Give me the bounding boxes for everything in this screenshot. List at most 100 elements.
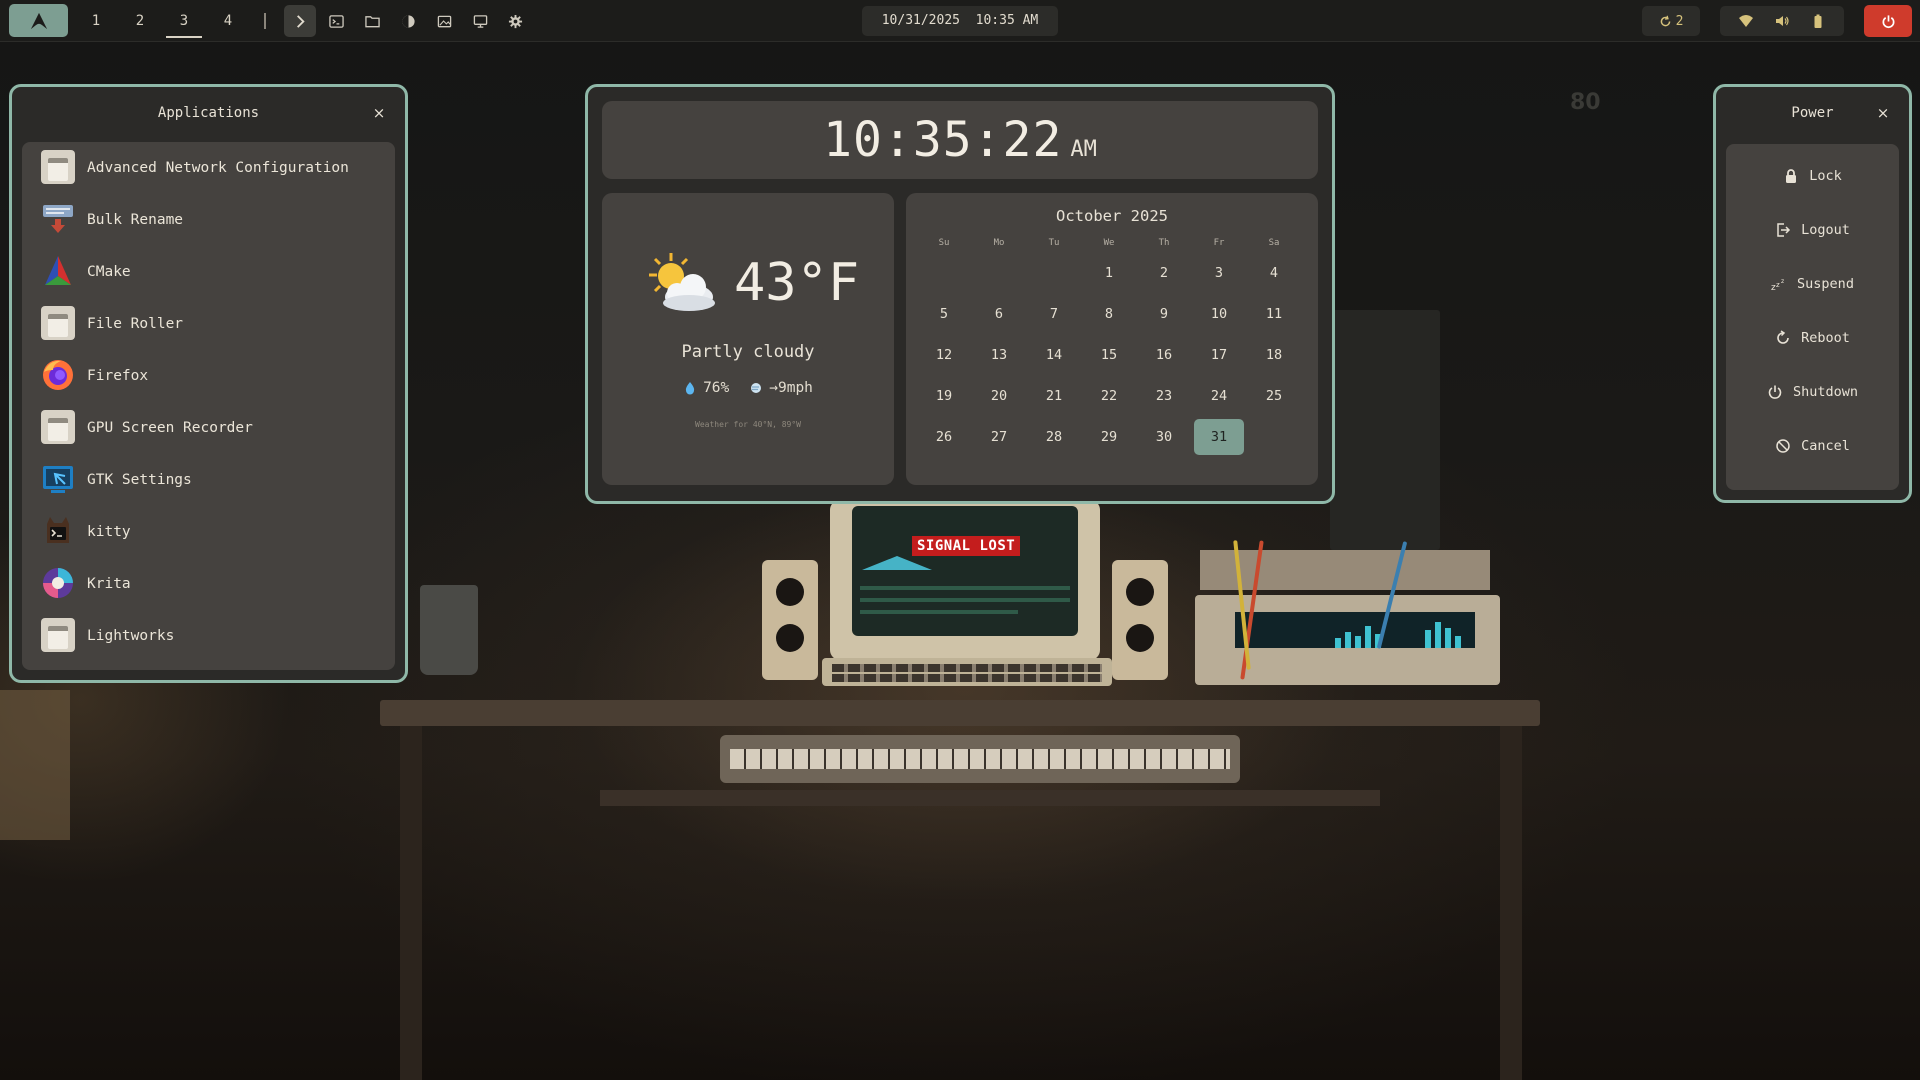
calendar-day[interactable]: 15 — [1084, 337, 1134, 373]
run-button[interactable] — [284, 5, 316, 37]
applications-panel-title: Applications — [157, 105, 260, 121]
wallpaper-poster-number: 80 — [1570, 90, 1601, 115]
wallpaper-keyboard — [822, 658, 1112, 686]
settings-button[interactable] — [503, 9, 527, 33]
calendar-day[interactable]: 23 — [1139, 378, 1189, 414]
app-item-gtk-settings[interactable]: GTK Settings — [22, 454, 395, 504]
calendar-day[interactable]: 16 — [1139, 337, 1189, 373]
calendar-day[interactable]: 19 — [919, 378, 969, 414]
cancel-label: Cancel — [1801, 438, 1850, 454]
shutdown-button[interactable]: Shutdown — [1726, 372, 1899, 412]
calendar-day[interactable]: 10 — [1194, 296, 1244, 332]
dashboard-panel: 10:35:22 AM 43°F Partly cloudy 76% →9mph — [585, 84, 1335, 504]
calendar-day[interactable]: 18 — [1249, 337, 1299, 373]
shutdown-label: Shutdown — [1792, 384, 1859, 400]
lock-icon — [1786, 169, 1797, 183]
svg-text:z: z — [1781, 278, 1784, 285]
calendar-day[interactable]: 9 — [1139, 296, 1189, 332]
app-item-cmake[interactable]: CMake — [22, 246, 395, 296]
monitor-icon — [473, 14, 487, 28]
calendar-day[interactable]: 24 — [1194, 378, 1244, 414]
power-close-button[interactable]: × — [1875, 105, 1891, 121]
app-item-lightworks[interactable]: Lightworks — [22, 610, 395, 660]
terminal-button[interactable] — [324, 9, 348, 33]
calendar-day[interactable]: 11 — [1249, 296, 1299, 332]
calendar-day[interactable]: 12 — [919, 337, 969, 373]
calendar-day[interactable]: 20 — [974, 378, 1024, 414]
app-item-krita[interactable]: Krita — [22, 558, 395, 608]
calendar-day[interactable]: 7 — [1029, 296, 1079, 332]
app-item-label: Advanced Network Configuration — [87, 160, 349, 176]
clock-ampm: AM — [1070, 137, 1097, 162]
files-button[interactable] — [360, 9, 384, 33]
firefox-icon — [41, 358, 75, 392]
applications-list: Advanced Network Configuration Bulk Rena… — [22, 142, 395, 670]
app-item-file-roller[interactable]: File Roller — [22, 298, 395, 348]
wallpaper-amp-display — [1235, 612, 1475, 648]
calendar-day-today[interactable]: 31 — [1194, 419, 1244, 455]
weather-humidity: 76% — [683, 380, 729, 396]
cancel-button[interactable]: Cancel — [1726, 426, 1899, 466]
topbar-clock[interactable]: 10/31/2025 10:35 AM — [862, 6, 1058, 36]
calendar-day[interactable]: 3 — [1194, 255, 1244, 291]
launcher-button[interactable] — [9, 4, 68, 37]
system-status[interactable] — [1720, 6, 1844, 36]
logout-button[interactable]: Logout — [1726, 210, 1899, 250]
calendar-day[interactable]: 29 — [1084, 419, 1134, 455]
workspace-separator — [264, 13, 266, 29]
workspace-4[interactable]: 4 — [216, 9, 240, 33]
app-item-label: GPU Screen Recorder — [87, 420, 253, 436]
workspace-2[interactable]: 2 — [128, 9, 152, 33]
lock-button[interactable]: Lock — [1726, 156, 1899, 196]
updates-indicator[interactable]: 2 — [1642, 6, 1700, 36]
calendar-day[interactable]: 2 — [1139, 255, 1189, 291]
workspace-1[interactable]: 1 — [84, 9, 108, 33]
weather-wind-value: →9mph — [769, 380, 813, 396]
calendar-day[interactable]: 14 — [1029, 337, 1079, 373]
calendar-day[interactable]: 21 — [1029, 378, 1079, 414]
calendar-day[interactable]: 26 — [919, 419, 969, 455]
calendar-day[interactable]: 22 — [1084, 378, 1134, 414]
wallpaper-desk-leg — [400, 726, 422, 1080]
calendar-day[interactable]: 6 — [974, 296, 1024, 332]
theme-button[interactable] — [396, 9, 420, 33]
calendar-day[interactable]: 8 — [1084, 296, 1134, 332]
wallpaper-button[interactable] — [432, 9, 456, 33]
calendar-day[interactable]: 30 — [1139, 419, 1189, 455]
app-item-gpu-screen-recorder[interactable]: GPU Screen Recorder — [22, 402, 395, 452]
app-item-advanced-network-configuration[interactable]: Advanced Network Configuration — [22, 142, 395, 192]
calendar-day[interactable]: 13 — [974, 337, 1024, 373]
calendar-day[interactable]: 25 — [1249, 378, 1299, 414]
wallpaper-signal-lost-sign: SIGNAL LOST — [912, 536, 1021, 556]
window-icon — [41, 410, 75, 444]
calendar-day[interactable]: 27 — [974, 419, 1024, 455]
chevron-right-icon — [296, 14, 305, 28]
volume-icon — [1776, 16, 1789, 26]
calendar-weekday-header: Tu — [1048, 238, 1060, 248]
kitty-icon — [41, 514, 75, 548]
app-item-kitty[interactable]: kitty — [22, 506, 395, 556]
weather-details: 76% →9mph — [602, 380, 894, 396]
power-menu-button[interactable] — [1864, 5, 1912, 37]
reboot-label: Reboot — [1801, 330, 1850, 346]
workspace-3[interactable]: 3 — [166, 9, 202, 38]
weather-card: 43°F Partly cloudy 76% →9mph Weather for… — [602, 193, 894, 485]
calendar-card: October 2025 Su Mo Tu We Th Fr Sa 1 2 3 4 5 6 7 8 9 10 11… — [906, 193, 1318, 485]
suspend-button[interactable]: zzz Suspend — [1726, 264, 1899, 304]
calendar-weekday-header: We — [1103, 238, 1115, 248]
display-button[interactable] — [468, 9, 492, 33]
calendar-day[interactable]: 5 — [919, 296, 969, 332]
weather-temperature: 43°F — [734, 253, 860, 313]
app-item-label: kitty — [87, 524, 131, 540]
app-item-firefox[interactable]: Firefox — [22, 350, 395, 400]
wallpaper-speaker-right — [1112, 560, 1168, 680]
app-item-bulk-rename[interactable]: Bulk Rename — [22, 194, 395, 244]
calendar-day[interactable]: 28 — [1029, 419, 1079, 455]
reboot-button[interactable]: Reboot — [1726, 318, 1899, 358]
calendar-day[interactable]: 17 — [1194, 337, 1244, 373]
applications-close-button[interactable]: × — [371, 105, 387, 121]
calendar-day[interactable]: 1 — [1084, 255, 1134, 291]
weather-humidity-value: 76% — [703, 380, 730, 396]
calendar-weekday-header: Th — [1158, 238, 1170, 248]
calendar-day[interactable]: 4 — [1249, 255, 1299, 291]
